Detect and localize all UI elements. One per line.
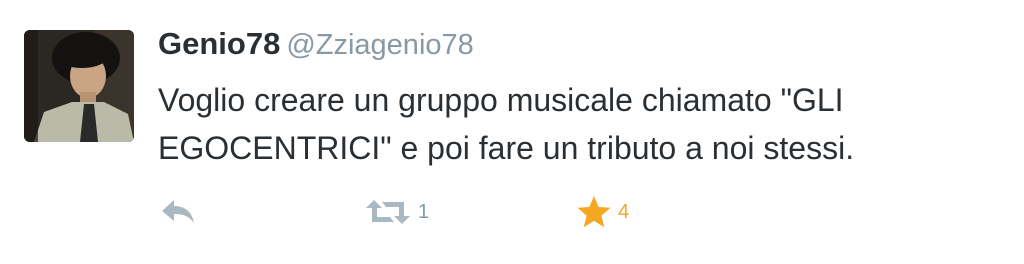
tweet-card[interactable]: Genio78 @Zziagenio78 Voglio creare un gru… (0, 0, 1024, 264)
retweet-count: 1 (418, 200, 430, 223)
favorite-button[interactable]: 4 (576, 192, 629, 232)
tweet-header: Genio78 @Zziagenio78 (158, 26, 474, 70)
retweet-icon (366, 200, 410, 224)
tweet-text: Voglio creare un gruppo musicale chiamat… (158, 76, 978, 172)
user-handle[interactable]: @Zziagenio78 (286, 29, 473, 61)
tweet-text-line: EGOCENTRICI" e poi fare un tributo a noi… (158, 130, 855, 166)
star-icon (577, 196, 611, 228)
reply-icon (162, 200, 194, 223)
avatar-image (24, 30, 134, 142)
favorite-count: 4 (618, 200, 630, 223)
tweet-text-line: Voglio creare un gruppo musicale chiamat… (158, 82, 844, 118)
retweet-button[interactable]: 1 (364, 192, 429, 232)
reply-button[interactable] (160, 192, 196, 232)
avatar[interactable] (24, 30, 134, 142)
display-name[interactable]: Genio78 (158, 26, 280, 61)
